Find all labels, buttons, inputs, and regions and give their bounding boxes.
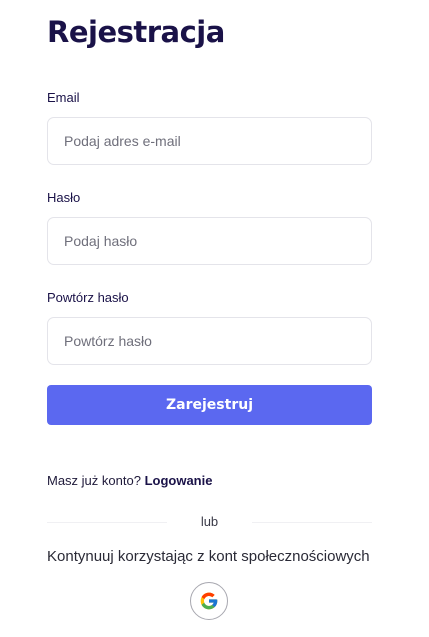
login-link[interactable]: Logowanie (145, 473, 213, 488)
email-field[interactable] (47, 117, 372, 165)
email-label: Email (47, 90, 80, 105)
google-login-button[interactable] (190, 582, 228, 620)
google-icon (200, 592, 218, 610)
divider-line-right (252, 522, 372, 523)
password-repeat-label: Powtórz hasło (47, 290, 129, 305)
page-title: Rejestracja (47, 15, 225, 49)
social-login-caption: Kontynuuj korzystając z kont społecznośc… (47, 548, 370, 565)
password-repeat-field[interactable] (47, 317, 372, 365)
password-field[interactable] (47, 217, 372, 265)
password-label: Hasło (47, 190, 81, 205)
or-divider: lub (47, 514, 372, 532)
register-button[interactable]: Zarejestruj (47, 385, 372, 425)
login-prompt: Masz już konto? Logowanie (47, 473, 212, 488)
login-prompt-text: Masz już konto? (47, 473, 141, 488)
